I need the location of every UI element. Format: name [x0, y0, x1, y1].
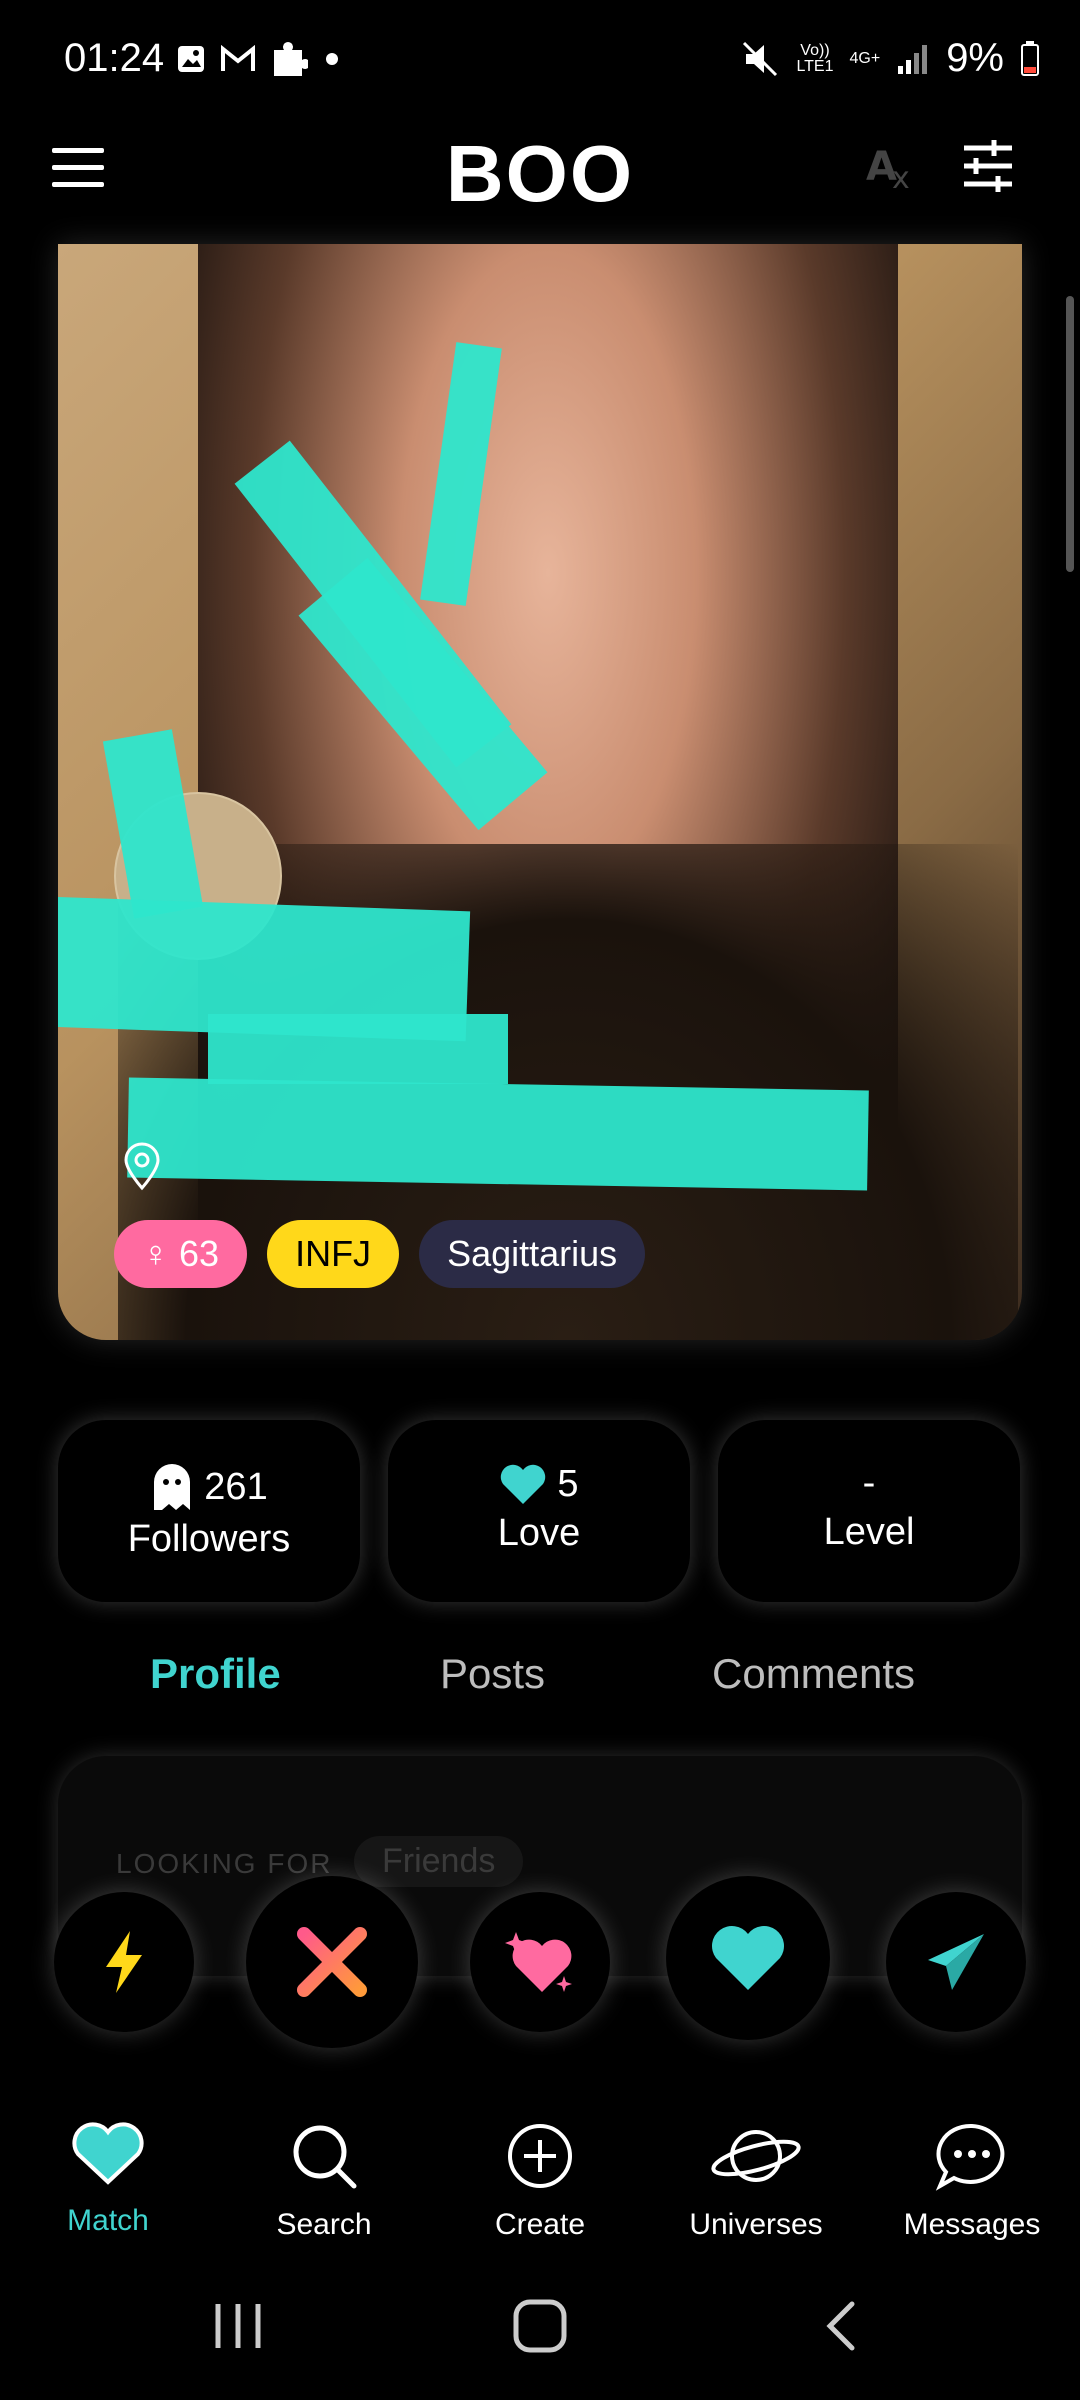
heart-icon: [501, 1464, 546, 1504]
close-icon: [297, 1927, 367, 1997]
super-love-button[interactable]: [470, 1892, 610, 2032]
level-stat[interactable]: - Level: [718, 1420, 1020, 1602]
recent-apps-icon[interactable]: [210, 2300, 266, 2352]
planet-icon: [711, 2130, 801, 2182]
love-button[interactable]: [666, 1876, 830, 2040]
profile-tags: ♀ 63 INFJ Sagittarius: [114, 1220, 646, 1288]
network-type: 4G+: [849, 49, 881, 67]
location-pin-icon: [124, 1142, 160, 1191]
profile-tabs: Profile Posts Comments: [0, 1650, 1080, 1710]
redaction-mark: [127, 1077, 869, 1191]
home-icon[interactable]: [512, 2298, 568, 2354]
battery-percent: 9%: [946, 36, 1004, 80]
nav-messages[interactable]: Messages: [872, 2120, 1072, 2242]
profile-photo-card[interactable]: ♀ 63 INFJ Sagittarius: [58, 244, 1022, 1340]
tab-posts[interactable]: Posts: [440, 1650, 545, 1698]
love-stat[interactable]: 5 Love: [388, 1420, 690, 1602]
looking-for-chip: Friends: [354, 1836, 524, 1887]
mbti-tag: INFJ: [267, 1220, 400, 1288]
nav-match[interactable]: Match: [8, 2120, 208, 2238]
battery-icon: [1021, 40, 1039, 76]
search-icon: [293, 2125, 357, 2189]
heart-icon: [712, 1926, 784, 1990]
pass-button[interactable]: [246, 1876, 418, 2048]
zodiac-tag: Sagittarius: [419, 1220, 646, 1288]
svg-text:x: x: [892, 161, 910, 196]
tab-comments[interactable]: Comments: [712, 1650, 915, 1698]
signal-icon: [898, 44, 928, 74]
heart-icon: [72, 2122, 144, 2185]
puzzle-icon: [274, 42, 308, 76]
nav-create[interactable]: Create: [440, 2120, 640, 2242]
lightning-icon: [106, 1931, 142, 1993]
plus-circle-icon: [508, 2124, 572, 2188]
sparkle-heart-icon: [505, 1932, 572, 1992]
redaction-mark: [208, 1014, 508, 1084]
status-bar: 01:24 Vo)) LTE1 4G+ 9%: [0, 0, 1080, 120]
bottom-navigation: Match Search Create Universes Messages: [0, 2120, 1080, 2260]
volte-indicator: Vo)) LTE1: [796, 41, 834, 75]
nav-search[interactable]: Search: [224, 2120, 424, 2242]
filter-icon[interactable]: [960, 138, 1016, 194]
translate-icon[interactable]: A x: [862, 140, 926, 196]
ghost-icon: [154, 1464, 191, 1510]
system-navigation: [0, 2290, 1080, 2400]
mute-icon: [743, 41, 778, 76]
status-time: 01:24: [64, 36, 165, 80]
back-icon[interactable]: [822, 2298, 862, 2354]
tab-profile[interactable]: Profile: [150, 1650, 281, 1698]
paper-plane-icon: [928, 1934, 984, 1990]
notification-icons: [176, 40, 342, 78]
chat-icon: [935, 2123, 1005, 2191]
scrollbar[interactable]: [1066, 296, 1074, 572]
gallery-icon: [178, 46, 204, 72]
nav-universes[interactable]: Universes: [656, 2120, 856, 2242]
gmail-icon: [221, 45, 255, 71]
age-tag: ♀ 63: [114, 1220, 248, 1288]
followers-stat[interactable]: 261 Followers: [58, 1420, 360, 1602]
looking-for-label: LOOKING FOR: [116, 1848, 333, 1879]
app-header: BOO A x: [0, 120, 1080, 240]
system-status-icons: Vo)) LTE1 4G+ 9%: [740, 36, 1040, 81]
boost-button[interactable]: [54, 1892, 194, 2032]
send-message-button[interactable]: [886, 1892, 1026, 2032]
dot-icon: [326, 53, 338, 65]
